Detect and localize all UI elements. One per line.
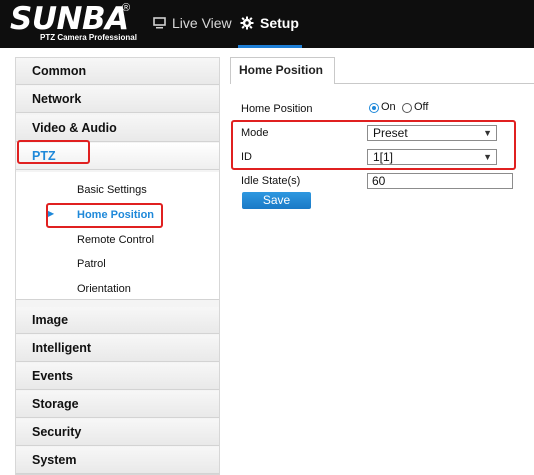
sidebar-item-common[interactable]: Common: [16, 58, 219, 85]
nav-setup-label: Setup: [260, 15, 299, 31]
submenu-item-basic-settings[interactable]: Basic Settings: [77, 183, 147, 197]
id-select-value: 1[1]: [373, 150, 394, 164]
sidebar-item-system[interactable]: System: [16, 447, 219, 474]
active-nav-indicator: [238, 45, 302, 48]
sidebar-item-intelligent[interactable]: Intelligent: [16, 335, 219, 362]
logo-subtitle: PTZ Camera Professional: [40, 33, 137, 42]
id-label: ID: [241, 151, 252, 163]
mode-select[interactable]: Preset ▼: [367, 125, 497, 141]
sidebar-item-label: Image: [32, 313, 69, 327]
sidebar-item-label: PTZ: [32, 149, 56, 163]
sidebar-item-label: Intelligent: [32, 341, 92, 355]
radio-on-label: On: [381, 101, 396, 113]
sidebar-item-label: Events: [32, 369, 73, 383]
ptz-submenu: Basic Settings ▶ Home Position Remote Co…: [16, 172, 219, 300]
radio-on[interactable]: [369, 103, 379, 113]
sidebar-item-image[interactable]: Image: [16, 307, 219, 334]
sidebar-item-ptz[interactable]: PTZ: [16, 143, 219, 170]
logo-text: SUNBA: [10, 1, 129, 37]
sidebar-item-security[interactable]: Security: [16, 419, 219, 446]
radio-off[interactable]: [402, 103, 412, 113]
nav-live-view[interactable]: Live View: [153, 15, 232, 31]
tab-bar: Home Position: [230, 57, 534, 84]
logo-registered-mark: ®: [122, 2, 131, 14]
sidebar-item-label: Security: [32, 425, 82, 439]
id-select[interactable]: 1[1] ▼: [367, 149, 497, 165]
idle-state-input[interactable]: 60: [367, 173, 513, 189]
sunba-logo: SUNBA ® PTZ Camera Professional: [10, 2, 140, 46]
chevron-down-icon: ▼: [483, 128, 492, 138]
gear-icon: [240, 16, 254, 30]
active-arrow-icon: ▶: [48, 209, 55, 218]
sidebar-item-label: Video & Audio: [32, 121, 117, 135]
radio-off-label: Off: [414, 101, 429, 113]
sidebar-item-events[interactable]: Events: [16, 363, 219, 390]
idle-state-label: Idle State(s): [241, 175, 301, 187]
submenu-item-patrol[interactable]: Patrol: [77, 257, 106, 271]
mode-select-value: Preset: [373, 126, 408, 140]
sidebar-item-label: Common: [32, 64, 87, 78]
submenu-item-orientation[interactable]: Orientation: [77, 282, 131, 296]
nav-setup[interactable]: Setup: [240, 15, 299, 31]
chevron-down-icon: ▼: [483, 152, 492, 162]
sidebar-item-label: Network: [32, 92, 82, 106]
sidebar-item-storage[interactable]: Storage: [16, 391, 219, 418]
mode-label: Mode: [241, 127, 269, 139]
submenu-item-home-position[interactable]: Home Position: [77, 208, 154, 222]
settings-sidebar: Common Network Video & Audio PTZ Basic S…: [15, 57, 220, 475]
sidebar-item-network[interactable]: Network: [16, 86, 219, 113]
tab-home-position[interactable]: Home Position: [230, 57, 335, 84]
nav-live-view-label: Live View: [172, 15, 232, 31]
home-position-label: Home Position: [241, 103, 313, 115]
submenu-item-remote-control[interactable]: Remote Control: [77, 233, 154, 247]
top-header: SUNBA ® PTZ Camera Professional Live Vie…: [0, 0, 534, 48]
save-button[interactable]: Save: [242, 192, 311, 209]
sidebar-item-video-audio[interactable]: Video & Audio: [16, 115, 219, 142]
monitor-icon: [153, 17, 166, 29]
sidebar-item-label: System: [32, 453, 77, 467]
sidebar-item-label: Storage: [32, 397, 79, 411]
